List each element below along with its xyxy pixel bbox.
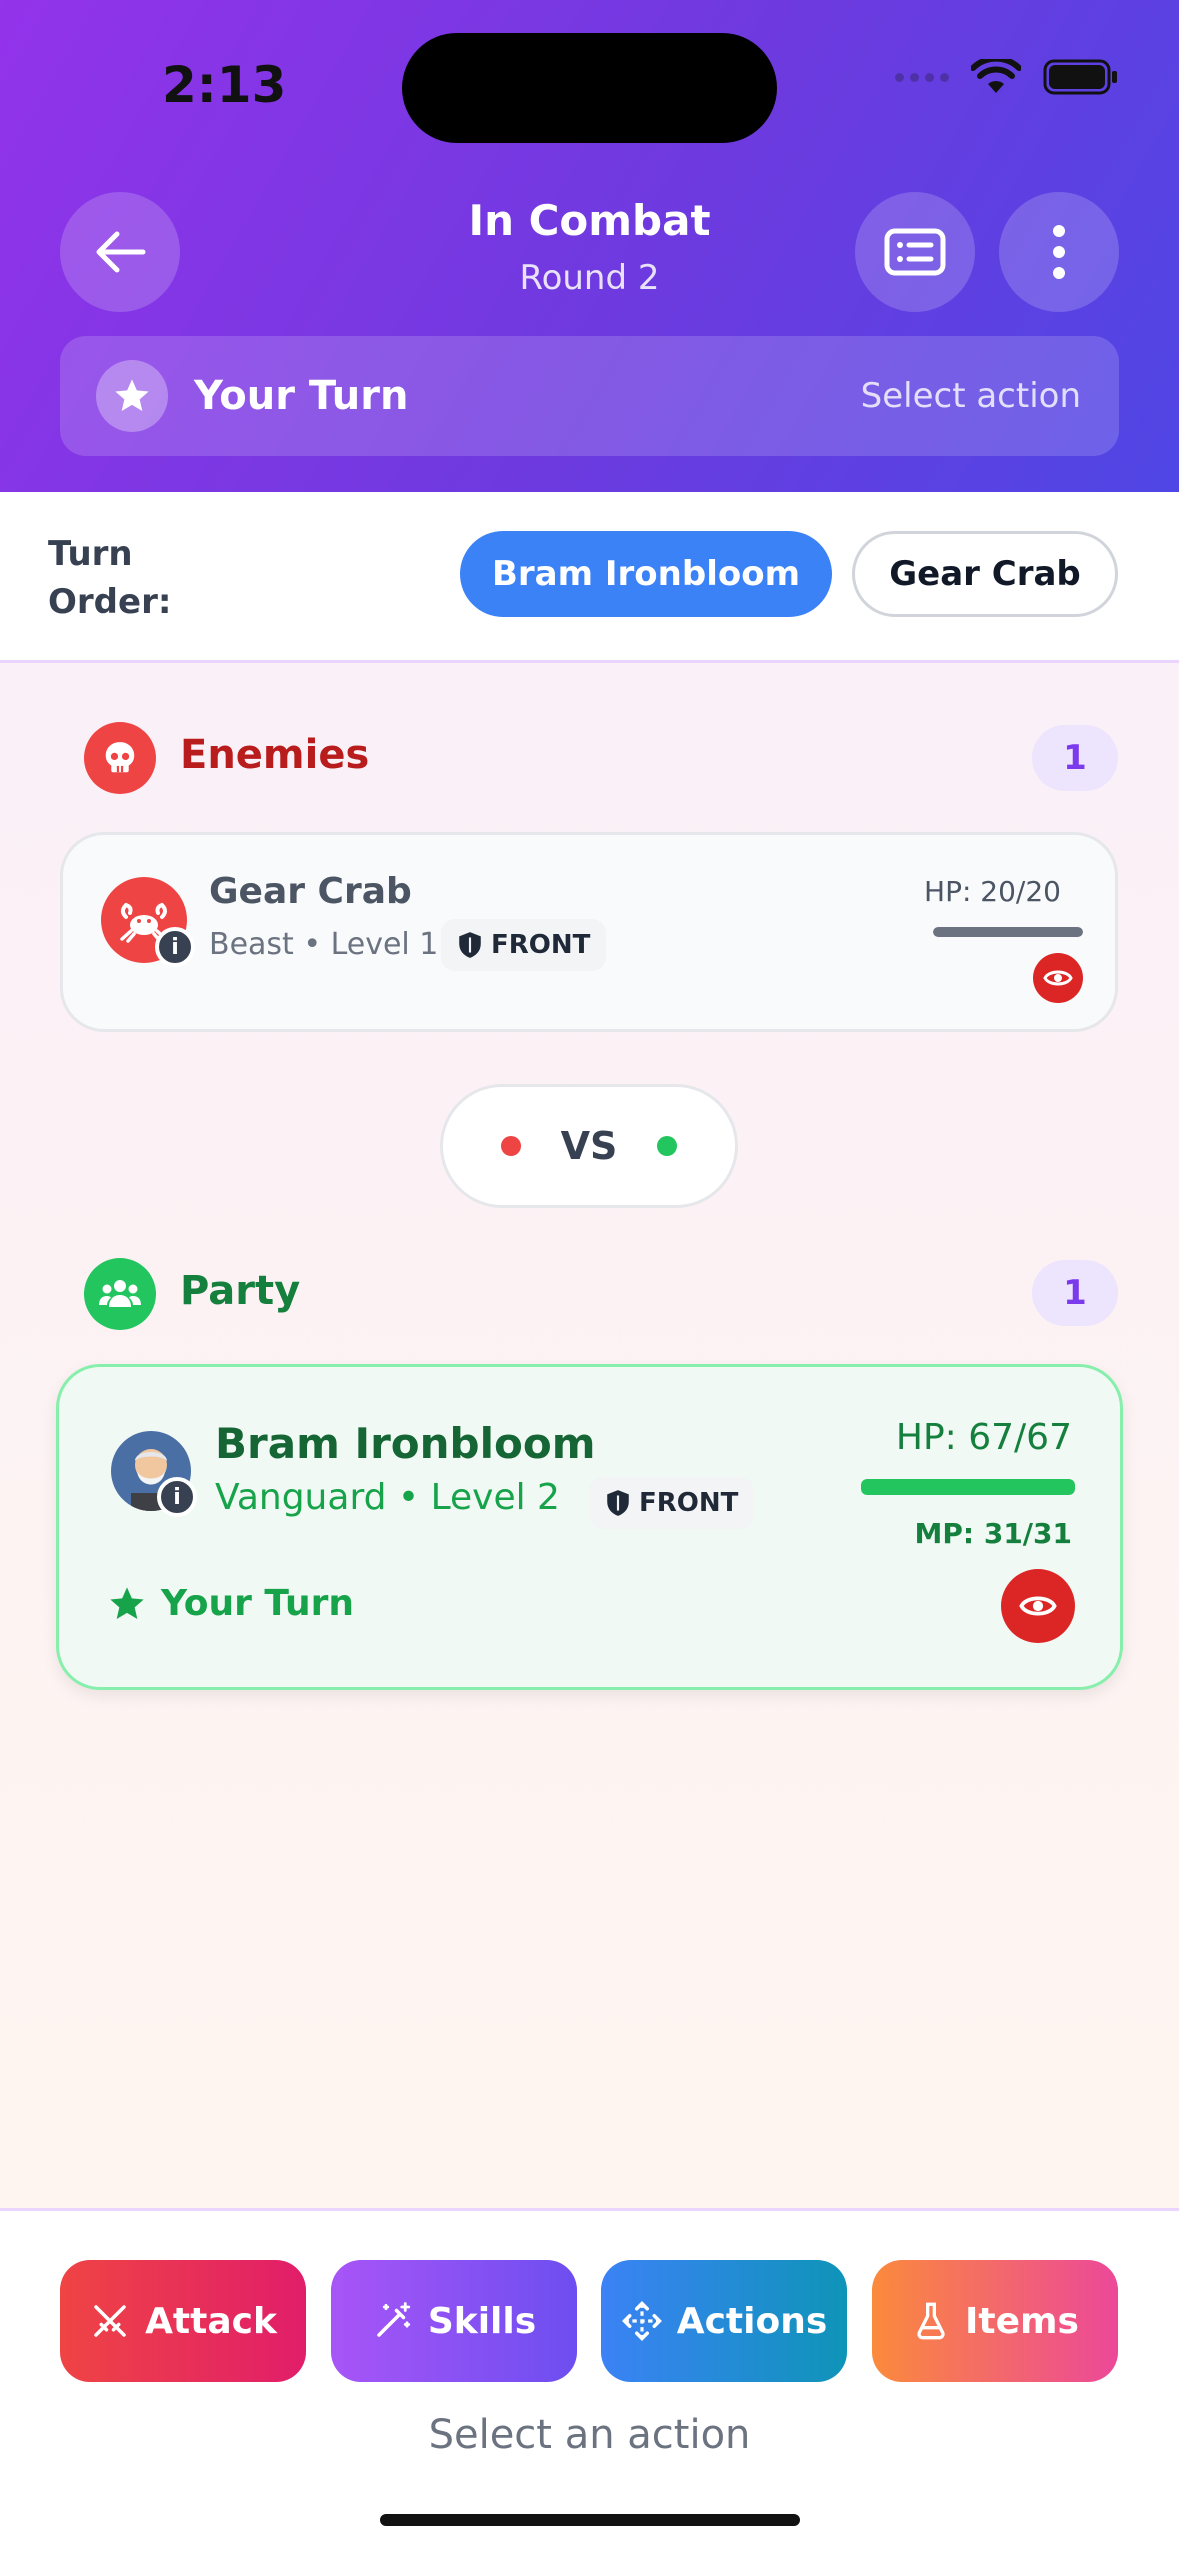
combat-log-button[interactable] xyxy=(855,192,975,312)
enemy-name: Gear Crab xyxy=(209,871,412,912)
turn-chip-bram-ironbloom[interactable]: Bram Ironbloom xyxy=(460,531,832,617)
items-button-label: Items xyxy=(965,2300,1079,2342)
enemy-hp-bar xyxy=(933,927,1083,937)
versus-divider: VS xyxy=(440,1084,738,1208)
cellular-signal-icon xyxy=(895,72,949,82)
party-position-tag: FRONT xyxy=(589,1477,755,1529)
star-icon xyxy=(110,1586,144,1619)
enemy-meta: Beast • Level 1 xyxy=(209,927,439,962)
party-position-label: FRONT xyxy=(639,1488,739,1518)
versus-label: VS xyxy=(560,1124,618,1168)
party-dot xyxy=(657,1136,678,1156)
flask-icon xyxy=(917,2302,945,2340)
turn-banner: Your Turn Select action xyxy=(60,336,1119,456)
party-turn-indicator: Your Turn xyxy=(107,1583,354,1624)
enemies-count-badge: 1 xyxy=(1032,725,1118,791)
crossed-swords-icon xyxy=(94,2305,126,2337)
turn-chip-gear-crab[interactable]: Gear Crab xyxy=(852,531,1118,617)
enemy-inspect-button[interactable] xyxy=(1033,953,1083,1003)
enemy-position-label: FRONT xyxy=(491,930,591,960)
skull-icon xyxy=(105,742,135,773)
turn-order-label: Turn Order: xyxy=(48,534,172,622)
eye-icon xyxy=(1019,1596,1057,1616)
party-hp-bar xyxy=(861,1479,1075,1495)
skills-button[interactable]: Skills xyxy=(331,2260,577,2382)
party-turn-label: Your Turn xyxy=(161,1583,355,1624)
skills-button-label: Skills xyxy=(427,2300,537,2342)
party-member-name: Bram Ironbloom xyxy=(215,1419,596,1468)
magic-wand-icon xyxy=(377,2302,410,2337)
eye-icon xyxy=(1043,970,1073,986)
group-icon xyxy=(99,1280,141,1307)
status-time: 2:13 xyxy=(162,56,287,114)
party-hp-bar-fill xyxy=(861,1479,1075,1495)
enemy-hp-bar-fill xyxy=(933,927,1083,937)
party-mp-text: MP: 31/31 xyxy=(914,1517,1073,1550)
turn-banner-hint: Select action xyxy=(860,376,1081,416)
party-hp-text: HP: 67/67 xyxy=(895,1417,1072,1458)
enemies-section-title: Enemies xyxy=(180,732,370,778)
party-card-bram-ironbloom[interactable]: i Bram Ironbloom Vanguard • Level 2 FRON… xyxy=(56,1364,1123,1690)
more-menu-button[interactable] xyxy=(999,192,1119,312)
wifi-icon xyxy=(971,59,1021,93)
list-card-icon xyxy=(884,228,946,276)
party-section-badge xyxy=(84,1258,156,1330)
turn-banner-label: Your Turn xyxy=(194,373,409,419)
action-hint: Select an action xyxy=(428,2412,751,2458)
party-inspect-button[interactable] xyxy=(1001,1569,1075,1643)
enemy-card-gear-crab[interactable]: i Gear Crab Beast • Level 1 FRONT HP: 20… xyxy=(60,832,1118,1032)
star-badge xyxy=(96,360,168,432)
items-button[interactable]: Items xyxy=(872,2260,1118,2382)
status-icons xyxy=(895,58,1119,96)
star-icon xyxy=(115,379,149,411)
more-vertical-icon xyxy=(1053,225,1065,279)
attack-button[interactable]: Attack xyxy=(60,2260,306,2382)
party-count-badge: 1 xyxy=(1032,1260,1118,1326)
attack-button-label: Attack xyxy=(145,2300,277,2342)
battery-icon xyxy=(1043,59,1117,95)
actions-button-label: Actions xyxy=(676,2300,828,2342)
dynamic-island xyxy=(402,33,777,143)
home-indicator[interactable] xyxy=(380,2514,800,2526)
party-member-info-icon[interactable]: i xyxy=(157,1477,197,1517)
enemy-info-icon[interactable]: i xyxy=(155,927,195,967)
shield-icon xyxy=(459,932,481,958)
enemy-dot xyxy=(500,1136,521,1156)
move-arrows-icon xyxy=(621,2301,662,2341)
enemy-position-tag: FRONT xyxy=(441,919,607,971)
shield-icon xyxy=(607,1490,629,1516)
party-member-meta: Vanguard • Level 2 xyxy=(215,1477,560,1518)
party-section-title: Party xyxy=(180,1268,301,1314)
enemy-hp-text: HP: 20/20 xyxy=(924,875,1061,908)
actions-button[interactable]: Actions xyxy=(601,2260,847,2382)
enemies-section-badge xyxy=(84,722,156,794)
